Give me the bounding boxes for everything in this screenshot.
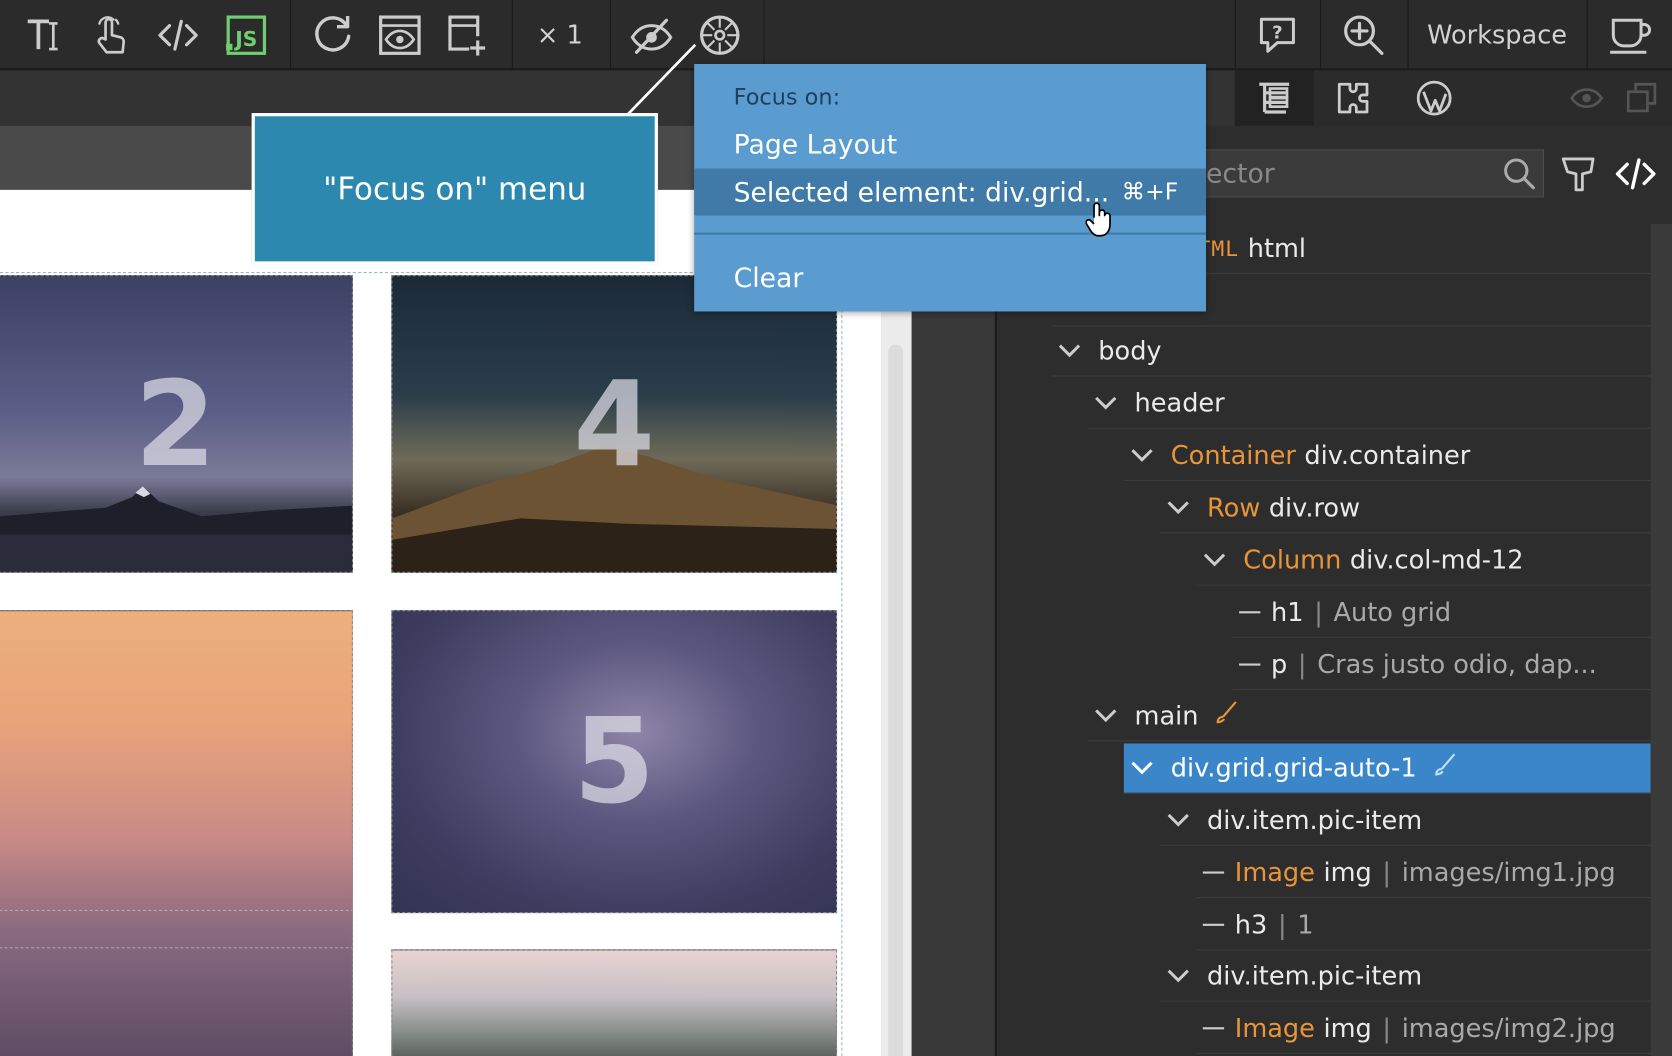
help-icon[interactable]: ? <box>1241 0 1314 70</box>
refresh-icon[interactable] <box>301 0 365 70</box>
toolbar-divider <box>290 0 292 71</box>
element-tree-tab-icon[interactable] <box>1234 70 1314 126</box>
grid-guide-line <box>0 909 352 911</box>
picture-number: 4 <box>573 355 655 493</box>
focus-page-layout-item[interactable]: Page Layout <box>694 119 1206 168</box>
chevron-down-icon[interactable] <box>1160 969 1196 984</box>
tree-node-img2[interactable]: Image img | images/img2.jpg <box>1196 1004 1651 1054</box>
shortcut-label: ⌘+F <box>1121 178 1179 206</box>
tree-node-p[interactable]: p | Cras justo odio, dap... <box>1232 640 1651 691</box>
chevron-down-icon[interactable] <box>1124 761 1160 776</box>
picture-item[interactable] <box>0 610 353 1056</box>
focus-on-callout: "Focus on" menu <box>251 113 658 265</box>
code-view-icon[interactable] <box>145 0 211 70</box>
tree-node-h3[interactable]: h3 | 1 <box>1196 900 1651 951</box>
add-element-icon[interactable] <box>435 0 501 70</box>
picture-number: 5 <box>573 693 655 830</box>
toolbar-divider <box>1586 0 1588 71</box>
tree-node-pic-item[interactable]: div.item.pic-item <box>1160 951 1651 1002</box>
style-brush-icon[interactable] <box>1553 149 1606 197</box>
picture-item[interactable]: 5 <box>391 610 838 914</box>
js-toggle-icon[interactable]: JS <box>213 0 279 70</box>
tree-node-body[interactable]: body <box>1051 326 1651 377</box>
selector-filter-input[interactable] <box>1184 150 1494 197</box>
tree-scrollbar[interactable] <box>1650 224 1672 1056</box>
preview-icon[interactable] <box>367 0 433 70</box>
svg-text:?: ? <box>1272 22 1283 43</box>
toolbar-divider <box>609 0 611 71</box>
picture-item[interactable]: 4 <box>391 275 838 573</box>
chevron-down-icon[interactable] <box>1088 708 1124 723</box>
toolbar-divider <box>763 0 765 71</box>
toolbar-divider <box>511 0 513 71</box>
app-window: JS × 1 ? Workspace 2 4 5 ector HTML html… <box>0 0 1672 1056</box>
code-tag-icon[interactable] <box>1608 149 1663 197</box>
picture-item[interactable] <box>391 949 838 1056</box>
main-toolbar: JS × 1 ? Workspace <box>0 0 1672 71</box>
panel-tabs <box>1234 70 1672 126</box>
chevron-down-icon[interactable] <box>1196 553 1232 568</box>
interact-hand-icon[interactable] <box>77 0 143 70</box>
components-puzzle-icon[interactable] <box>1314 70 1393 125</box>
zoom-in-icon[interactable] <box>1326 0 1401 70</box>
menu-divider <box>694 232 1206 235</box>
copy-panel-icon[interactable] <box>1614 70 1669 125</box>
chevron-down-icon[interactable] <box>1088 396 1124 411</box>
workspace-button[interactable]: Workspace <box>1414 0 1580 70</box>
leaf-dash <box>1202 871 1225 874</box>
wordpress-icon[interactable] <box>1395 70 1474 125</box>
tree-node-column[interactable]: Column div.col-md-12 <box>1196 535 1651 586</box>
tree-node-header[interactable]: header <box>1087 379 1651 429</box>
chevron-down-icon[interactable] <box>1051 343 1087 358</box>
hand-cursor-icon <box>1085 201 1115 244</box>
tree-node-html[interactable]: HTML html <box>1183 224 1651 275</box>
coffee-cup-icon[interactable] <box>1593 0 1668 70</box>
toolbar-divider <box>1320 0 1322 71</box>
leaf-dash <box>1239 663 1261 666</box>
focus-selected-element-item[interactable]: Selected element: div.grid... ⌘+F <box>694 168 1206 216</box>
brush-icon <box>1213 700 1239 732</box>
leaf-dash <box>1202 923 1225 926</box>
toolbar-divider <box>1407 0 1409 71</box>
leaf-dash <box>1202 1027 1225 1030</box>
grid-guide-line <box>0 947 352 949</box>
zoom-multiplier[interactable]: × 1 <box>518 0 601 70</box>
chevron-down-icon[interactable] <box>1160 813 1196 828</box>
focus-clear-item[interactable]: Clear <box>694 254 1206 301</box>
tree-node-row[interactable]: Row div.row <box>1160 483 1651 534</box>
picture-item[interactable]: 2 <box>0 275 353 573</box>
focus-on-menu: Focus on: Page Layout Selected element: … <box>694 64 1206 312</box>
page-scrollbar-thumb[interactable] <box>888 344 904 1056</box>
search-icon[interactable] <box>1495 149 1544 197</box>
tree-node-container[interactable]: Container div.container <box>1123 431 1651 482</box>
toolbar-divider <box>1234 0 1236 71</box>
picture-number: 2 <box>134 355 217 493</box>
callout-pointer-line <box>626 43 697 117</box>
page-scrollbar[interactable] <box>881 189 912 1056</box>
selector-filter[interactable] <box>1183 149 1545 198</box>
tree-node-pic-item[interactable]: div.item.pic-item <box>1160 796 1651 846</box>
tree-node-main[interactable]: main <box>1087 691 1651 742</box>
chevron-down-icon[interactable] <box>1124 448 1160 463</box>
tree-node-img1[interactable]: Image img | images/img1.jpg <box>1196 848 1651 899</box>
tree-node-h1[interactable]: h1 | Auto grid <box>1232 588 1651 638</box>
leaf-dash <box>1239 611 1261 614</box>
visibility-eye-icon[interactable] <box>1559 70 1614 125</box>
svg-text:JS: JS <box>233 27 257 51</box>
chevron-down-icon[interactable] <box>1160 500 1196 515</box>
text-tool-icon[interactable] <box>13 0 75 70</box>
focus-menu-heading: Focus on: <box>733 84 841 110</box>
brush-icon <box>1432 752 1458 784</box>
tree-node-grid-selected[interactable]: div.grid.grid-auto-1 <box>1123 743 1651 794</box>
